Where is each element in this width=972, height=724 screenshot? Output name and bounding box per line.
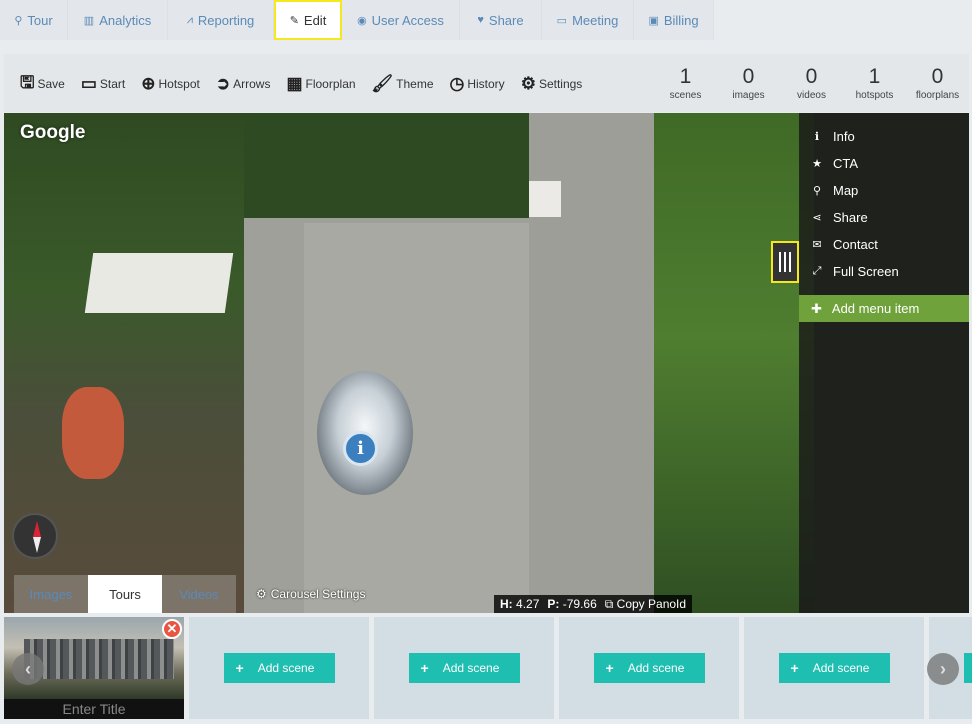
external-link-icon: ⧉ bbox=[604, 596, 614, 611]
scene-slot: + Add scene bbox=[189, 617, 369, 719]
add-scene-button[interactable]: + Add scene bbox=[593, 653, 705, 683]
tab-tour[interactable]: ⚲ Tour bbox=[0, 0, 68, 40]
plus-icon: + bbox=[790, 660, 799, 676]
side-menu-toggle-handle[interactable] bbox=[771, 241, 799, 283]
tab-share[interactable]: ♥ Share bbox=[460, 0, 542, 40]
menu-item-map[interactable]: ⚲ Map bbox=[799, 177, 969, 204]
pano-red-tent bbox=[62, 387, 124, 479]
gear-icon: ⚙ bbox=[520, 74, 536, 93]
scene-slot: + Add scene bbox=[559, 617, 739, 719]
tab-images[interactable]: Images bbox=[14, 575, 88, 613]
monitor-icon: ▭ bbox=[80, 74, 97, 93]
stat-images: 0 images bbox=[732, 64, 765, 101]
add-scene-button[interactable]: + Add scene bbox=[778, 653, 890, 683]
arrow-circle-icon: ➲ bbox=[215, 74, 231, 93]
delete-scene-button[interactable]: ✕ bbox=[162, 619, 182, 639]
stat-videos: 0 videos bbox=[797, 64, 826, 101]
theme-button[interactable]: 🖌 Theme bbox=[372, 54, 434, 112]
map-pin-icon: ⚲ bbox=[812, 185, 822, 197]
scene-strip: ✕ Enter Title ‹ + Add scene + Add scene + A… bbox=[0, 617, 972, 724]
heading-pitch-readout: H: 4.27 P: -79.66 ⧉ Copy PanoId bbox=[494, 595, 693, 613]
scene-preview-image bbox=[24, 639, 174, 679]
history-button[interactable]: ◷ History bbox=[450, 54, 505, 112]
plus-circle-icon: ⊕ bbox=[141, 74, 156, 93]
tab-meeting[interactable]: ▭ Meeting bbox=[542, 0, 634, 40]
add-scene-button[interactable]: + Add scene bbox=[223, 653, 335, 683]
fullscreen-icon: ⤢ bbox=[812, 265, 822, 277]
start-button[interactable]: ▭ Start bbox=[81, 54, 125, 112]
line-chart-icon: ⩘ bbox=[186, 13, 193, 26]
scene-title-input[interactable]: Enter Title bbox=[4, 699, 184, 719]
floorplan-button[interactable]: ▦ Floorplan bbox=[286, 54, 355, 112]
settings-button[interactable]: ⚙ Settings bbox=[521, 54, 583, 112]
carousel-settings-button[interactable]: ⚙ Carousel Settings bbox=[256, 587, 365, 601]
floorplan-icon: ▦ bbox=[286, 74, 303, 93]
save-button[interactable]: 🖫 Save bbox=[20, 54, 65, 112]
tab-user-access[interactable]: ◉ User Access bbox=[342, 0, 460, 40]
stat-hotspots: 1 hotspots bbox=[855, 64, 894, 101]
plus-icon: + bbox=[605, 660, 614, 676]
info-hotspot[interactable]: i bbox=[343, 431, 378, 466]
google-logo: Google bbox=[20, 122, 86, 143]
add-menu-item-button[interactable]: ✚ Add menu item bbox=[799, 295, 969, 322]
scroll-left-button[interactable]: ‹ bbox=[12, 653, 44, 685]
hotspot-button[interactable]: ⊕ Hotspot bbox=[141, 54, 200, 112]
pano-trees-right bbox=[654, 113, 814, 613]
heading-readout: H: 4.27 bbox=[500, 597, 540, 611]
menu-item-cta[interactable]: ★ CTA bbox=[799, 150, 969, 177]
stat-scenes: 1 scenes bbox=[669, 64, 702, 101]
panorama-viewer[interactable]: i Google Images Tours Videos ⚙ Carousel S… bbox=[4, 113, 969, 613]
tour-side-menu: ℹ Info ★ CTA ⚲ Map ⋖ Share ✉ Contact ⤢ Full Sc… bbox=[799, 113, 969, 613]
pitch-readout: P: -79.66 bbox=[547, 597, 597, 611]
close-icon: ✕ bbox=[166, 621, 178, 636]
lock-icon: ▣ bbox=[648, 14, 659, 27]
share-icon: ⋖ bbox=[812, 212, 822, 224]
star-icon: ★ bbox=[812, 158, 822, 170]
plus-icon: + bbox=[235, 660, 244, 676]
tour-stats: 1 scenes 0 images 0 videos 1 hotspots 0 floor… bbox=[654, 54, 969, 112]
paintbrush-icon: 🖌 bbox=[371, 74, 394, 93]
menu-item-contact[interactable]: ✉ Contact bbox=[799, 231, 969, 258]
plus-icon: + bbox=[420, 660, 429, 676]
add-scene-button-partial[interactable] bbox=[964, 653, 972, 683]
plus-icon: ✚ bbox=[811, 300, 822, 316]
chevron-right-icon: › bbox=[940, 658, 946, 679]
floppy-disk-icon: 🖫 bbox=[20, 72, 35, 92]
menu-item-info[interactable]: ℹ Info bbox=[799, 123, 969, 150]
users-icon: ◉ bbox=[357, 14, 367, 27]
tab-videos[interactable]: Videos bbox=[162, 575, 236, 613]
tab-billing[interactable]: ▣ Billing bbox=[634, 0, 714, 40]
pano-tent-small bbox=[529, 181, 561, 217]
editor-toolbar: 🖫 Save ▭ Start ⊕ Hotspot ➲ Arrows ▦ Floorplan… bbox=[4, 54, 969, 112]
info-icon: i bbox=[357, 438, 364, 459]
add-scene-button[interactable]: + Add scene bbox=[408, 653, 520, 683]
tab-tours[interactable]: Tours bbox=[88, 575, 162, 613]
chevron-left-icon: ‹ bbox=[25, 658, 31, 679]
compass-icon[interactable] bbox=[12, 513, 58, 559]
menu-item-full-screen[interactable]: ⤢ Full Screen bbox=[799, 258, 969, 285]
tab-edit[interactable]: ✎ Edit bbox=[274, 0, 342, 40]
pano-tent bbox=[84, 253, 234, 313]
bar-chart-icon: ▥ bbox=[83, 14, 95, 27]
clock-icon: ◷ bbox=[449, 74, 465, 93]
top-tab-bar: ⚲ Tour ▥ Analytics ⩘ Reporting ✎ Edit ◉ User … bbox=[0, 0, 972, 40]
arrows-button[interactable]: ➲ Arrows bbox=[216, 54, 271, 112]
scene-slot: + Add scene bbox=[374, 617, 554, 719]
gear-icon: ⚙ bbox=[256, 587, 267, 601]
viewer-bottom-tabs: Images Tours Videos bbox=[14, 575, 236, 613]
map-marker-icon: ⚲ bbox=[14, 14, 23, 27]
stat-floorplans: 0 floorplans bbox=[915, 64, 960, 101]
tab-analytics[interactable]: ▥ Analytics bbox=[68, 0, 168, 40]
menu-item-share[interactable]: ⋖ Share bbox=[799, 204, 969, 231]
scene-slot: + Add scene bbox=[744, 617, 924, 719]
heart-icon: ♥ bbox=[477, 14, 484, 26]
monitor-icon: ▭ bbox=[556, 14, 568, 27]
scroll-right-button[interactable]: › bbox=[927, 653, 959, 685]
tab-reporting[interactable]: ⩘ Reporting bbox=[168, 0, 274, 40]
envelope-icon: ✉ bbox=[812, 239, 822, 251]
pencil-icon: ✎ bbox=[289, 14, 299, 27]
info-icon: ℹ bbox=[814, 131, 820, 143]
copy-panoid-button[interactable]: ⧉ Copy PanoId bbox=[605, 597, 686, 612]
